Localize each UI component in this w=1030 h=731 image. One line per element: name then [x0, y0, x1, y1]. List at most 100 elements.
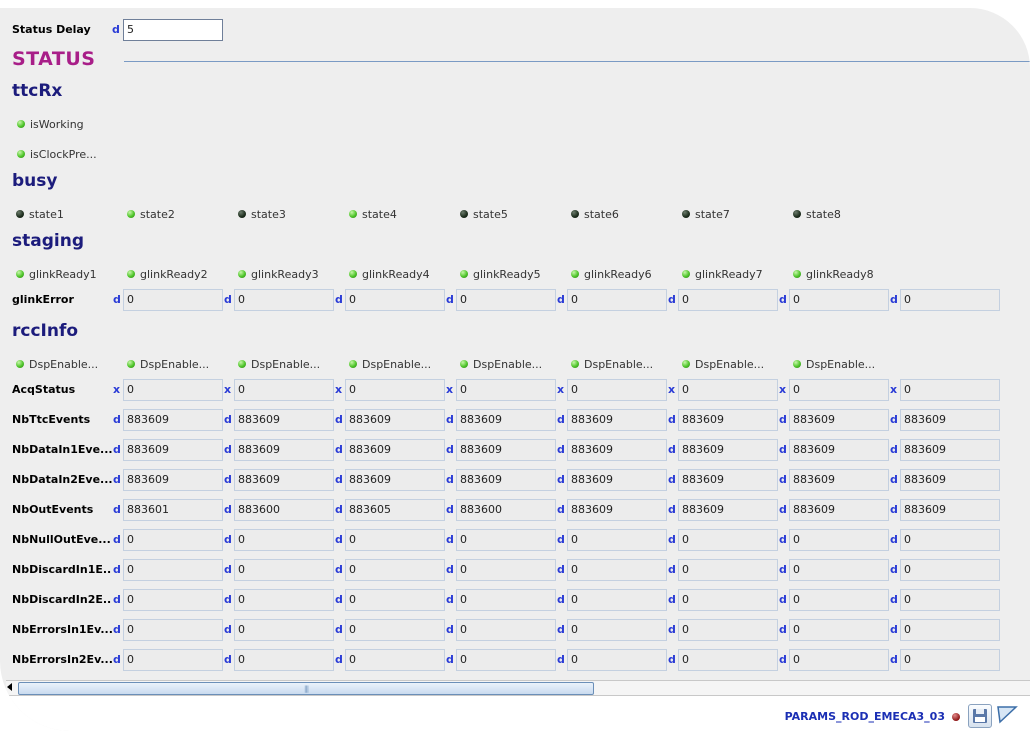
rccinfo-row-value[interactable]: 883609: [900, 499, 1000, 521]
rccinfo-row-value[interactable]: 0: [900, 529, 1000, 551]
rccinfo-row-value[interactable]: 883609: [678, 439, 778, 461]
rccinfo-row-value[interactable]: 883609: [678, 499, 778, 521]
rccinfo-row-value[interactable]: 0: [900, 589, 1000, 611]
glink-error-value[interactable]: 0: [567, 289, 667, 311]
corner-arrow-icon[interactable]: [996, 704, 1018, 726]
rccinfo-row-value[interactable]: 0: [789, 559, 889, 581]
rccinfo-row-value[interactable]: 883609: [123, 409, 223, 431]
rccinfo-row-value[interactable]: 0: [234, 649, 334, 671]
rccinfo-row-value[interactable]: 883609: [900, 469, 1000, 491]
glink-error-value[interactable]: 0: [345, 289, 445, 311]
rccinfo-row-value[interactable]: 0: [456, 559, 556, 581]
rccinfo-row-value[interactable]: 883609: [456, 439, 556, 461]
rccinfo-row-value[interactable]: 0: [345, 379, 445, 401]
rccinfo-row-value[interactable]: 883609: [123, 439, 223, 461]
rccinfo-row-value[interactable]: 883609: [123, 469, 223, 491]
rccinfo-row-value[interactable]: 0: [234, 529, 334, 551]
rccinfo-row-value[interactable]: 0: [678, 379, 778, 401]
glink-error-value[interactable]: 0: [678, 289, 778, 311]
rccinfo-row-value[interactable]: 883600: [234, 499, 334, 521]
rccinfo-row-value[interactable]: 0: [567, 649, 667, 671]
rccinfo-row-value[interactable]: 883609: [456, 469, 556, 491]
rccinfo-row-value[interactable]: 0: [345, 649, 445, 671]
format-indicator: d: [113, 623, 121, 636]
rccinfo-row-value[interactable]: 0: [678, 559, 778, 581]
rccinfo-row-value[interactable]: 0: [123, 379, 223, 401]
rccinfo-row-value[interactable]: 0: [789, 529, 889, 551]
rccinfo-row-value[interactable]: 0: [345, 529, 445, 551]
rccinfo-row-value[interactable]: 883601: [123, 499, 223, 521]
rccinfo-row-value[interactable]: 0: [567, 619, 667, 641]
glink-error-value[interactable]: 0: [123, 289, 223, 311]
rccinfo-row-value[interactable]: 0: [567, 529, 667, 551]
rccinfo-row-value[interactable]: 883609: [789, 469, 889, 491]
rccinfo-row-value[interactable]: 0: [789, 589, 889, 611]
rccinfo-row-value[interactable]: 0: [123, 559, 223, 581]
rccinfo-row-value[interactable]: 883609: [900, 439, 1000, 461]
rccinfo-row-value[interactable]: 0: [900, 559, 1000, 581]
rccinfo-led: DspEnable...: [793, 353, 875, 372]
rccinfo-row-value[interactable]: 883609: [234, 439, 334, 461]
scrollbar-thumb[interactable]: |||: [18, 682, 594, 695]
horizontal-scrollbar[interactable]: |||: [6, 680, 1030, 696]
rccinfo-row-value[interactable]: 883609: [789, 499, 889, 521]
rccinfo-row-value[interactable]: 0: [456, 619, 556, 641]
rccinfo-row-value[interactable]: 883609: [345, 409, 445, 431]
rccinfo-row-value[interactable]: 0: [123, 619, 223, 641]
rccinfo-row-value[interactable]: 0: [123, 529, 223, 551]
glink-error-value[interactable]: 0: [900, 289, 1000, 311]
rccinfo-row-value[interactable]: 883609: [345, 439, 445, 461]
rccinfo-row-value[interactable]: 0: [345, 559, 445, 581]
rccinfo-row-value[interactable]: 0: [678, 529, 778, 551]
rccinfo-row-value[interactable]: 0: [456, 529, 556, 551]
rccinfo-row-value[interactable]: 0: [234, 559, 334, 581]
rccinfo-row-value[interactable]: 0: [678, 589, 778, 611]
rccinfo-row-value[interactable]: 0: [567, 589, 667, 611]
rccinfo-row-value[interactable]: 0: [123, 589, 223, 611]
rccinfo-row-value[interactable]: 0: [123, 649, 223, 671]
rccinfo-row-value[interactable]: 0: [900, 619, 1000, 641]
rccinfo-row-value[interactable]: 0: [456, 649, 556, 671]
rccinfo-row-value[interactable]: 0: [234, 619, 334, 641]
rccinfo-row-value[interactable]: 0: [789, 649, 889, 671]
rccinfo-row-value[interactable]: 883609: [789, 439, 889, 461]
rccinfo-row-value[interactable]: 0: [789, 379, 889, 401]
rccinfo-row-value[interactable]: 883609: [567, 469, 667, 491]
led-label: glinkReady3: [251, 268, 319, 281]
status-delay-input[interactable]: 5: [123, 19, 223, 41]
rccinfo-row-value[interactable]: 0: [234, 379, 334, 401]
rccinfo-row-value[interactable]: 0: [456, 379, 556, 401]
rccinfo-row-value[interactable]: 0: [345, 589, 445, 611]
rccinfo-row-value[interactable]: 883609: [678, 469, 778, 491]
rccinfo-row-value[interactable]: 0: [678, 619, 778, 641]
rccinfo-row-value[interactable]: 883609: [900, 409, 1000, 431]
rccinfo-row-value[interactable]: 0: [900, 649, 1000, 671]
format-indicator: d: [890, 533, 898, 546]
format-indicator: d: [668, 443, 676, 456]
rccinfo-row-value[interactable]: 0: [567, 379, 667, 401]
rccinfo-row-value[interactable]: 883609: [678, 409, 778, 431]
rccinfo-row-value[interactable]: 0: [678, 649, 778, 671]
rccinfo-row-value[interactable]: 883609: [234, 409, 334, 431]
rccinfo-row-value[interactable]: 883605: [345, 499, 445, 521]
rccinfo-row-value[interactable]: 883609: [234, 469, 334, 491]
rccinfo-row-value[interactable]: 0: [345, 619, 445, 641]
rccinfo-row-value[interactable]: 883609: [567, 439, 667, 461]
rccinfo-row-value[interactable]: 883609: [345, 469, 445, 491]
glink-error-value[interactable]: 0: [234, 289, 334, 311]
glink-error-value[interactable]: 0: [456, 289, 556, 311]
format-indicator: d: [335, 473, 343, 486]
rccinfo-row-value[interactable]: 883609: [567, 409, 667, 431]
rccinfo-row-value[interactable]: 883609: [789, 409, 889, 431]
arrow-left-icon[interactable]: [7, 683, 12, 691]
rccinfo-row-value[interactable]: 0: [567, 559, 667, 581]
rccinfo-row-value[interactable]: 0: [456, 589, 556, 611]
glink-error-value[interactable]: 0: [789, 289, 889, 311]
rccinfo-row-value[interactable]: 883609: [567, 499, 667, 521]
rccinfo-row-value[interactable]: 883609: [456, 409, 556, 431]
save-button[interactable]: [968, 704, 992, 728]
rccinfo-row-value[interactable]: 0: [789, 619, 889, 641]
rccinfo-row-value[interactable]: 883600: [456, 499, 556, 521]
rccinfo-row-value[interactable]: 0: [900, 379, 1000, 401]
rccinfo-row-value[interactable]: 0: [234, 589, 334, 611]
